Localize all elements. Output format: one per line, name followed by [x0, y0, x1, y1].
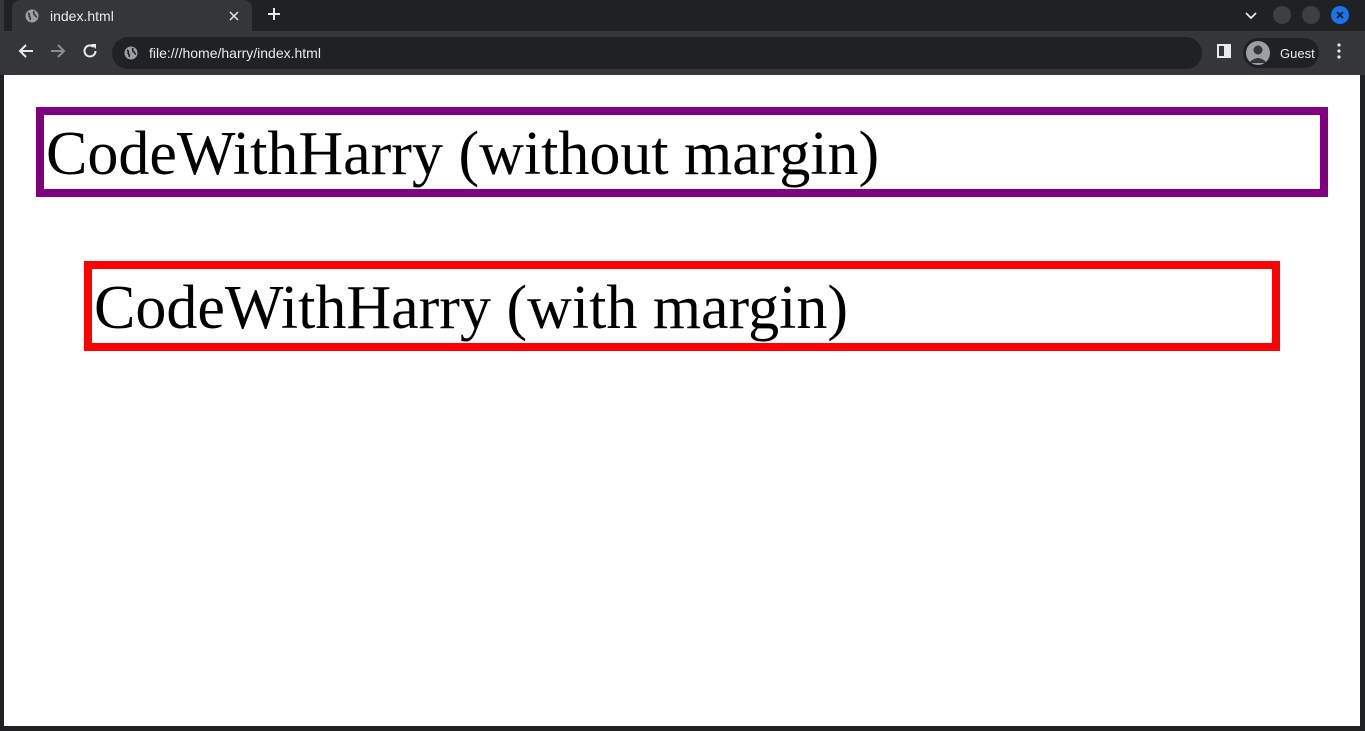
window-close-button[interactable]: [1331, 6, 1349, 24]
maximize-button[interactable]: [1302, 6, 1320, 24]
avatar: [1246, 41, 1270, 65]
tab-edge: [0, 0, 4, 31]
reload-icon: [82, 43, 98, 64]
menu-button[interactable]: [1329, 41, 1349, 65]
chevron-down-icon: [1245, 7, 1257, 25]
forward-button[interactable]: [46, 41, 70, 65]
toolbar: file:///home/harry/index.html Guest: [0, 31, 1365, 75]
tab-strip: index.html: [0, 0, 1365, 31]
new-tab-button[interactable]: [262, 4, 286, 28]
plus-icon: [267, 7, 281, 26]
globe-icon: [24, 8, 40, 24]
more-vertical-icon: [1337, 42, 1341, 64]
url-text[interactable]: file:///home/harry/index.html: [149, 45, 321, 61]
close-icon[interactable]: [226, 8, 242, 24]
address-bar[interactable]: file:///home/harry/index.html: [112, 37, 1202, 69]
side-panel-icon: [1217, 43, 1231, 63]
reload-button[interactable]: [78, 41, 102, 65]
arrow-right-icon: [50, 43, 66, 64]
page-viewport: CodeWithHarry (without margin) CodeWithH…: [4, 75, 1360, 726]
arrow-left-icon: [18, 43, 34, 64]
tab-title: index.html: [50, 7, 114, 24]
box-with-margin: CodeWithHarry (with margin): [84, 261, 1280, 351]
tab-search-button[interactable]: [1240, 5, 1262, 27]
close-icon: [1336, 11, 1344, 19]
back-button[interactable]: [14, 41, 38, 65]
profile-button[interactable]: Guest: [1243, 38, 1319, 68]
side-panel-button[interactable]: [1213, 41, 1235, 65]
profile-label: Guest: [1280, 45, 1315, 61]
tab-active[interactable]: index.html: [12, 0, 252, 31]
minimize-button[interactable]: [1273, 6, 1291, 24]
globe-icon: [123, 45, 139, 61]
person-icon: [1249, 45, 1267, 63]
box-without-margin: CodeWithHarry (without margin): [36, 107, 1328, 197]
